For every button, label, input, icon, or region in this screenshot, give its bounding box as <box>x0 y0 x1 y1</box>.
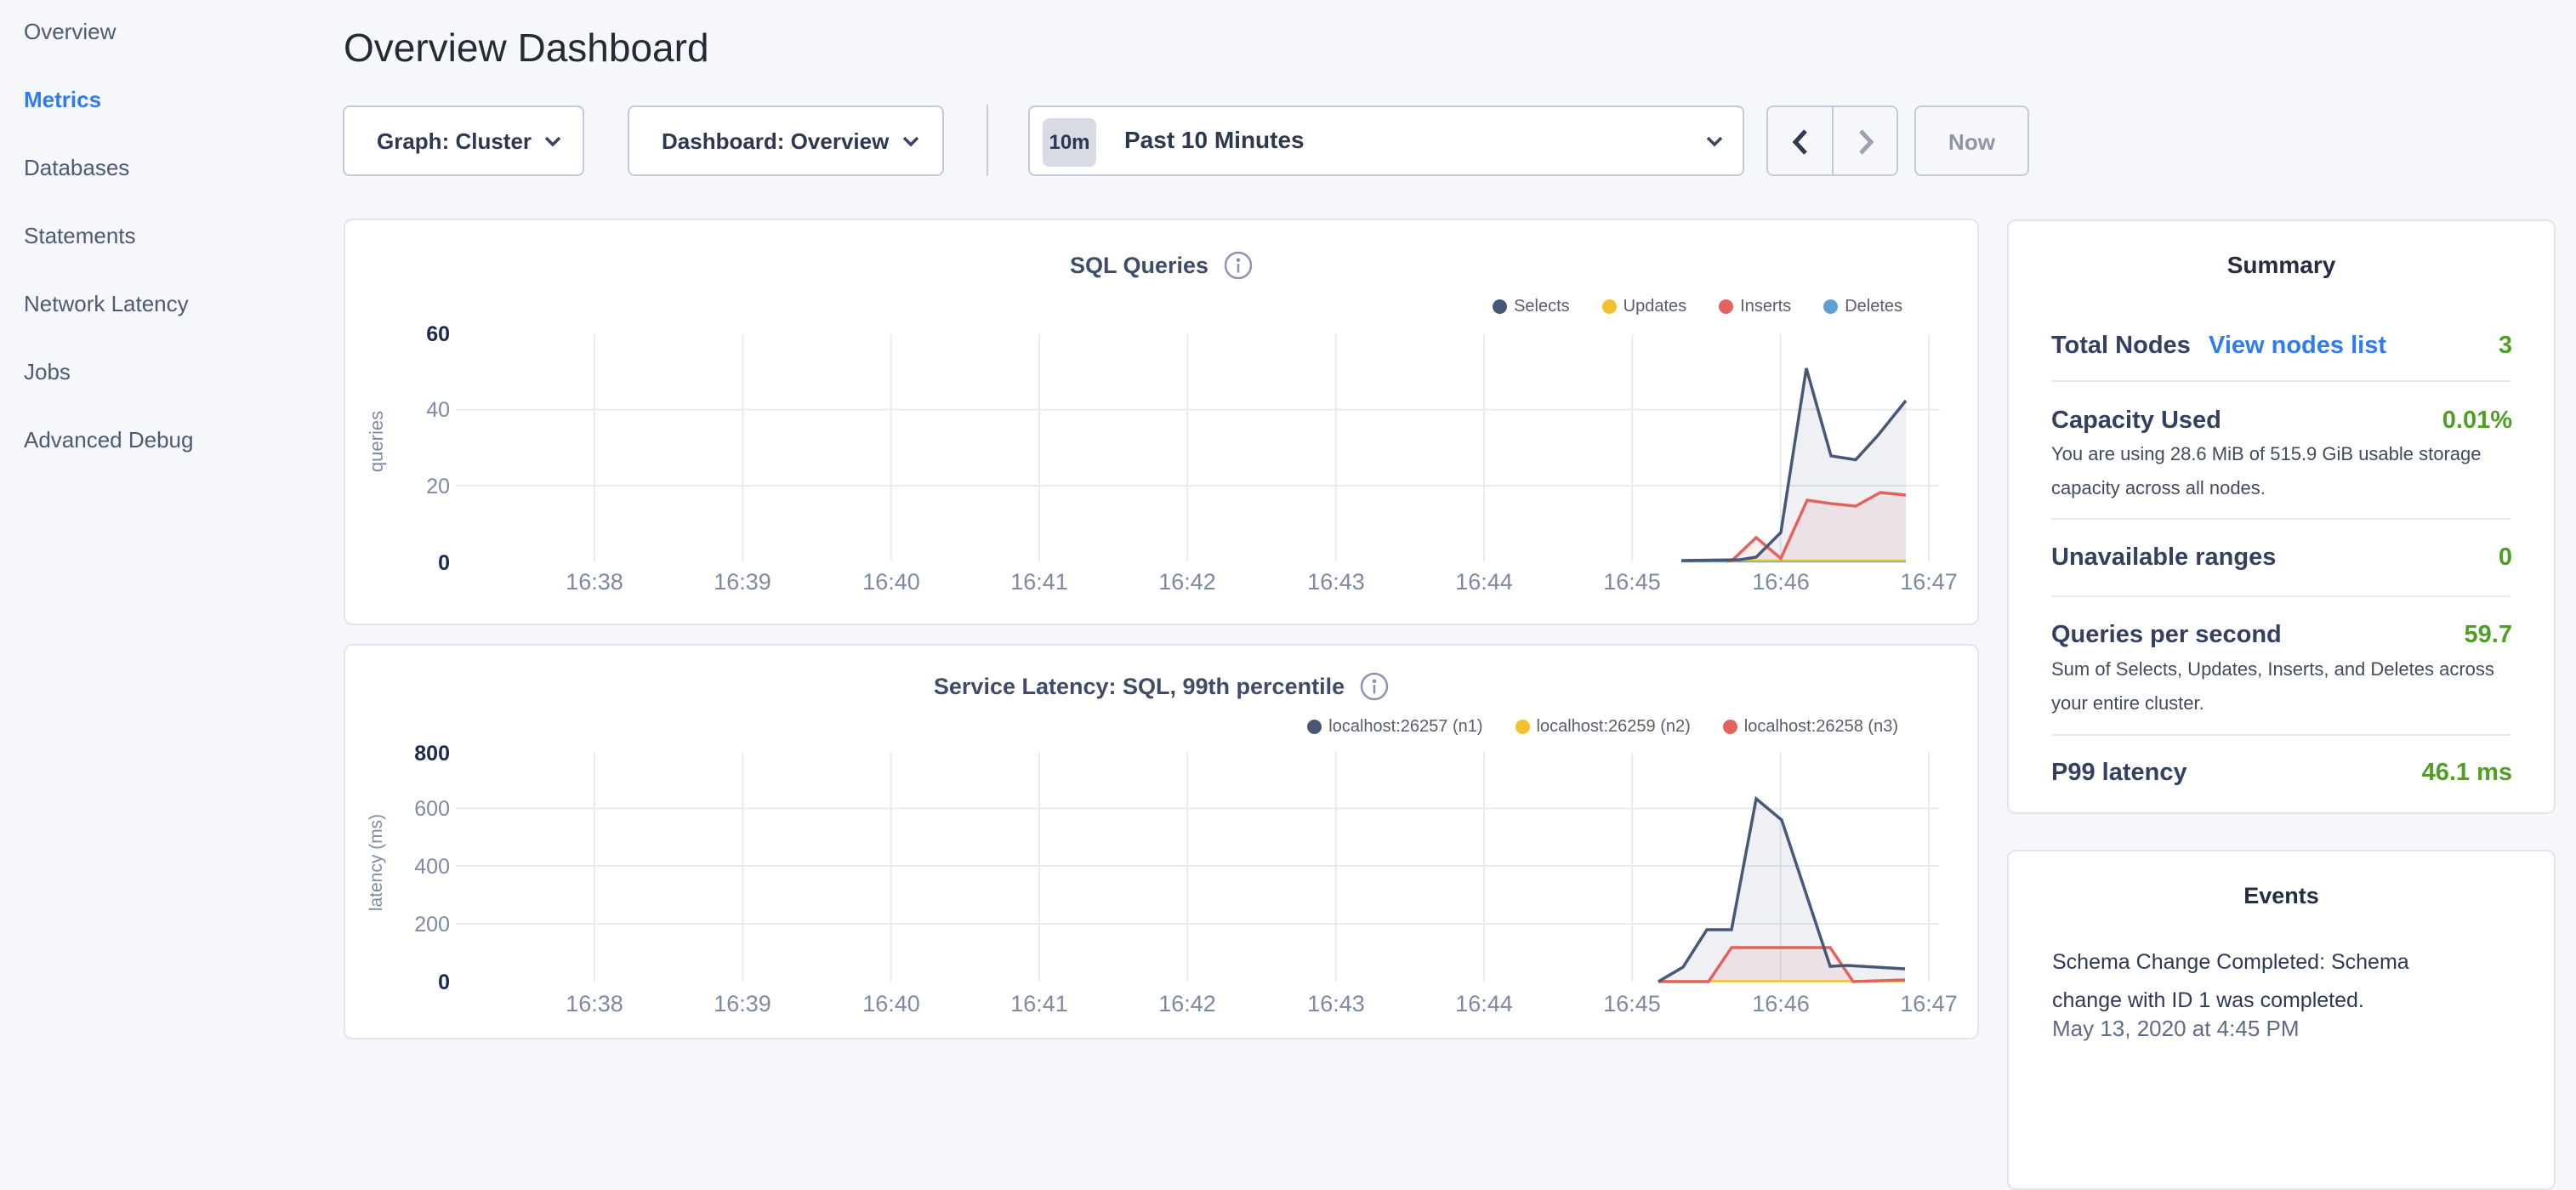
svg-text:16:40: 16:40 <box>862 991 920 1016</box>
svg-text:16:38: 16:38 <box>566 569 623 595</box>
svg-text:800: 800 <box>414 742 450 766</box>
svg-text:20: 20 <box>426 475 450 498</box>
svg-text:16:43: 16:43 <box>1307 569 1365 595</box>
svg-text:400: 400 <box>414 855 450 879</box>
svg-text:16:41: 16:41 <box>1010 569 1068 595</box>
svg-text:16:46: 16:46 <box>1752 569 1810 595</box>
svg-text:600: 600 <box>414 797 450 821</box>
svg-text:16:40: 16:40 <box>862 569 920 595</box>
svg-text:16:43: 16:43 <box>1307 991 1365 1016</box>
svg-text:16:45: 16:45 <box>1603 991 1661 1016</box>
svg-text:16:39: 16:39 <box>714 569 771 595</box>
svg-text:16:46: 16:46 <box>1752 991 1810 1016</box>
svg-text:16:41: 16:41 <box>1010 991 1068 1016</box>
svg-text:0: 0 <box>438 971 450 994</box>
svg-text:200: 200 <box>414 913 450 937</box>
svg-text:0: 0 <box>438 551 450 575</box>
svg-text:16:47: 16:47 <box>1900 569 1958 595</box>
svg-text:16:39: 16:39 <box>714 991 771 1016</box>
svg-text:16:45: 16:45 <box>1603 569 1661 595</box>
svg-text:16:47: 16:47 <box>1900 991 1958 1016</box>
svg-text:16:38: 16:38 <box>566 991 623 1016</box>
svg-text:queries: queries <box>366 411 387 472</box>
svg-text:latency (ms): latency (ms) <box>367 814 386 911</box>
svg-text:60: 60 <box>426 322 450 346</box>
svg-text:16:42: 16:42 <box>1158 991 1216 1016</box>
svg-text:40: 40 <box>426 398 450 422</box>
svg-text:16:44: 16:44 <box>1455 991 1513 1016</box>
svg-text:16:44: 16:44 <box>1455 569 1513 595</box>
svg-text:16:42: 16:42 <box>1158 569 1216 595</box>
